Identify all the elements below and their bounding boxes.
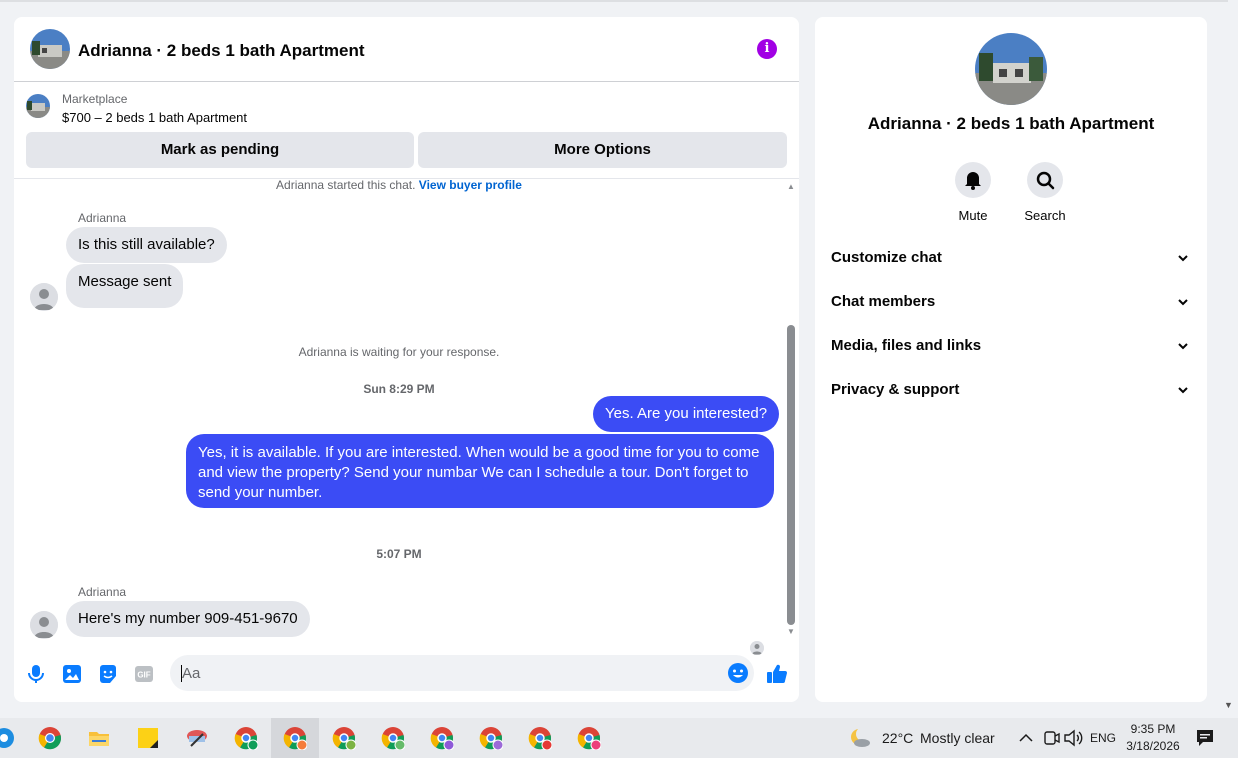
clock-time: 9:35 PM <box>1130 722 1176 736</box>
user-avatar-icon[interactable] <box>30 611 58 639</box>
chevron-down-icon <box>1178 343 1188 350</box>
marketplace-listing[interactable]: Marketplace $700 – 2 beds 1 bath Apartme… <box>14 83 799 127</box>
chrome-icon[interactable] <box>38 726 62 750</box>
gif-icon[interactable]: GIF <box>132 662 156 686</box>
chrome-profile-icon[interactable] <box>479 726 503 750</box>
svg-text:GIF: GIF <box>137 671 150 680</box>
chrome-profile-icon[interactable] <box>528 726 552 750</box>
top-divider <box>0 0 1228 2</box>
sticker-icon[interactable] <box>96 662 120 686</box>
user-avatar-icon[interactable] <box>30 283 58 311</box>
chevron-down-icon <box>1178 387 1188 394</box>
incoming-message[interactable]: Is this still available? <box>66 227 227 263</box>
scroll-thumb[interactable] <box>787 325 795 625</box>
privacy-support-section[interactable]: Privacy & support <box>831 372 1191 408</box>
emoji-icon[interactable] <box>726 661 750 685</box>
chrome-profile-icon[interactable] <box>381 726 405 750</box>
chrome-profile-icon[interactable] <box>234 726 258 750</box>
chrome-profile-icon[interactable] <box>430 726 454 750</box>
sender-name: Adrianna <box>78 211 127 225</box>
timestamp: Sun 8:29 PM <box>363 382 435 396</box>
incoming-message[interactable]: Here's my number 909-451-9670 <box>66 601 310 637</box>
volume-icon[interactable] <box>1061 726 1085 750</box>
chat-title: Adrianna · 2 beds 1 bath Apartment <box>78 41 365 60</box>
mark-pending-button[interactable]: Mark as pending <box>26 132 414 168</box>
scroll-down-arrow-icon[interactable]: ▼ <box>785 627 797 637</box>
snipping-tool-icon[interactable] <box>185 726 209 750</box>
clock-date: 3/18/2026 <box>1126 739 1180 753</box>
chat-header: Adrianna · 2 beds 1 bath Apartment i <box>14 17 799 82</box>
incoming-message[interactable]: Message sent <box>66 264 184 308</box>
search-label: Search <box>1024 208 1066 223</box>
mute-label: Mute <box>958 208 988 223</box>
customize-chat-section[interactable]: Customize chat <box>831 240 1191 276</box>
mute-action[interactable]: Mute <box>943 162 1003 223</box>
section-label: Media, files and links <box>831 337 982 354</box>
listing-avatar[interactable] <box>30 29 70 69</box>
outgoing-message[interactable]: Yes. Are you interested? <box>593 396 780 432</box>
view-buyer-profile-link[interactable]: View buyer profile <box>419 178 522 192</box>
more-options-button[interactable]: More Options <box>418 132 787 168</box>
weather-moon-icon[interactable] <box>848 726 872 750</box>
meet-now-icon[interactable] <box>1039 726 1063 750</box>
marketplace-label: Marketplace <box>62 92 128 106</box>
message-composer: GIF <box>14 647 799 702</box>
message-list: Adrianna started this chat. View buyer p… <box>14 178 799 655</box>
waiting-notice: Adrianna is waiting for your response. <box>298 345 500 359</box>
outgoing-message[interactable]: Yes, it is available. If you are interes… <box>186 434 774 508</box>
windows-taskbar: 22°C Mostly clear ENG 9:35 PM 3/18/2026 <box>0 718 1238 758</box>
chat-started-notice: Adrianna started this chat. View buyer p… <box>14 178 784 192</box>
microphone-icon[interactable] <box>24 662 48 686</box>
section-label: Chat members <box>831 293 936 310</box>
chat-started-text: Adrianna started this chat. <box>276 178 416 192</box>
chevron-down-icon <box>1178 255 1188 262</box>
message-input-box[interactable] <box>170 655 754 691</box>
listing-thumbnail <box>26 94 50 118</box>
like-thumb-icon[interactable] <box>765 662 789 686</box>
section-label: Privacy & support <box>831 381 960 398</box>
timestamp: 5:07 PM <box>376 547 422 561</box>
chrome-profile-icon[interactable] <box>332 726 356 750</box>
chat-members-section[interactable]: Chat members <box>831 284 1191 320</box>
sender-name: Adrianna <box>78 585 127 599</box>
language-indicator[interactable]: ENG <box>1090 731 1116 745</box>
info-title: Adrianna · 2 beds 1 bath Apartment <box>867 114 1155 133</box>
search-icon[interactable] <box>1027 162 1063 198</box>
system-clock[interactable]: 9:35 PM 3/18/2026 <box>1120 721 1186 755</box>
sticky-notes-icon[interactable] <box>136 726 160 750</box>
info-icon[interactable]: i <box>757 39 777 59</box>
section-label: Customize chat <box>831 249 942 266</box>
media-files-links-section[interactable]: Media, files and links <box>831 328 1191 364</box>
photo-icon[interactable] <box>60 662 84 686</box>
chevron-up-icon[interactable] <box>1014 726 1038 750</box>
listing-large-avatar[interactable] <box>975 33 1047 105</box>
text-cursor <box>181 665 182 682</box>
listing-price: $700 – 2 beds 1 bath Apartment <box>62 110 248 125</box>
weather-condition[interactable]: Mostly clear <box>920 730 995 746</box>
chat-info-panel: Adrianna · 2 beds 1 bath Apartment Mute … <box>815 17 1207 702</box>
message-input[interactable] <box>182 655 712 691</box>
app-icon[interactable] <box>0 726 16 750</box>
bell-icon[interactable] <box>955 162 991 198</box>
temperature[interactable]: 22°C <box>882 730 913 746</box>
notifications-icon[interactable] <box>1193 726 1217 750</box>
page-scroll-down-icon[interactable]: ▼ <box>1224 700 1233 710</box>
chrome-profile-icon[interactable] <box>283 726 307 750</box>
file-explorer-icon[interactable] <box>87 726 111 750</box>
chevron-down-icon <box>1178 299 1188 306</box>
search-action[interactable]: Search <box>1015 162 1075 223</box>
message-scrollbar[interactable]: ▲ ▼ <box>785 182 797 637</box>
scroll-up-arrow-icon[interactable]: ▲ <box>785 182 797 192</box>
chat-panel: Adrianna · 2 beds 1 bath Apartment i Mar… <box>14 17 799 702</box>
chrome-profile-icon[interactable] <box>577 726 601 750</box>
